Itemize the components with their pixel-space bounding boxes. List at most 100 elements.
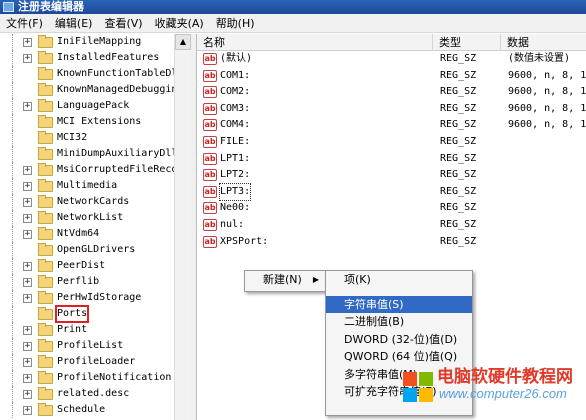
expand-plus-icon[interactable]: +: [23, 342, 32, 351]
folder-icon: [38, 355, 53, 368]
tree-item-multimedia[interactable]: + Multimedia: [0, 178, 174, 194]
column-header-type[interactable]: 类型: [433, 34, 501, 51]
expand-plus-icon[interactable]: +: [23, 182, 32, 191]
expand-plus-icon[interactable]: +: [23, 54, 32, 63]
value-type: REG_SZ: [440, 119, 477, 131]
tree-scrollbar[interactable]: ▲: [174, 34, 191, 420]
submenu-string-value[interactable]: 字符串值(S): [326, 295, 472, 313]
folder-icon: [38, 275, 53, 288]
values-rows: ab (默认) REG_SZ (数值未设置) ab COM1: REG_SZ 9600, n,…: [197, 51, 586, 250]
submenu-binary-value[interactable]: 二进制值(B): [326, 313, 472, 331]
value-row[interactable]: ab nul: REG_SZ: [197, 217, 586, 234]
menu-help[interactable]: 帮助(H): [210, 14, 261, 33]
submenu-dword-value[interactable]: DWORD (32-位)值(D): [326, 331, 472, 349]
tree-item-perflib[interactable]: + Perflib: [0, 274, 174, 290]
value-name: LPT3:: [218, 182, 252, 201]
value-type: REG_SZ: [440, 218, 477, 230]
expand-plus-icon[interactable]: +: [23, 166, 32, 175]
expand-plus-icon[interactable]: +: [23, 262, 32, 271]
tree-item-ports[interactable]: Ports: [0, 305, 174, 323]
tree-item-schedule[interactable]: + Schedule: [0, 402, 174, 418]
value-name: LPT1:: [220, 152, 251, 164]
tree-item-knownmanageddebuggin[interactable]: KnownManagedDebuggin: [0, 82, 174, 98]
context-menu-new[interactable]: 新建(N) ▶: [245, 271, 325, 289]
tree-item-label: Perflib: [57, 276, 100, 287]
value-row[interactable]: ab COM1: REG_SZ 9600, n, 8, 1: [197, 68, 586, 85]
folder-icon: [38, 227, 53, 240]
tree-item-profilenotification[interactable]: + ProfileNotification: [0, 370, 174, 386]
tree-item-networkcards[interactable]: + NetworkCards: [0, 194, 174, 210]
expand-plus-icon[interactable]: +: [23, 198, 32, 207]
tree-item-related-desc[interactable]: + related.desc: [0, 386, 174, 402]
value-row[interactable]: ab FILE: REG_SZ: [197, 134, 586, 151]
tree-guide-line: [12, 194, 13, 210]
tree-item-opengldrivers[interactable]: OpenGLDrivers: [0, 242, 174, 258]
tree-item-msicorruptedfilereco[interactable]: + MsiCorruptedFileReco: [0, 162, 174, 178]
string-value-icon: ab: [203, 169, 217, 182]
tree-guide-line: [12, 258, 13, 274]
tree-item-installedfeatures[interactable]: + InstalledFeatures: [0, 50, 174, 66]
tree-item-profileloader[interactable]: + ProfileLoader: [0, 354, 174, 370]
value-type: REG_SZ: [440, 202, 477, 214]
folder-icon: [38, 323, 53, 336]
expand-plus-icon[interactable]: +: [23, 278, 32, 287]
tree-item-networklist[interactable]: + NetworkList: [0, 210, 174, 226]
value-row[interactable]: ab XPSPort: REG_SZ: [197, 234, 586, 251]
value-row[interactable]: ab COM3: REG_SZ 9600, n, 8, 1: [197, 101, 586, 118]
submenu-key[interactable]: 项(K): [326, 271, 472, 289]
string-value-icon: ab: [203, 119, 217, 132]
value-row[interactable]: ab COM4: REG_SZ 9600, n, 8, 1: [197, 117, 586, 134]
expand-plus-icon[interactable]: +: [23, 294, 32, 303]
value-name: nul:: [220, 218, 245, 230]
value-name: COM1:: [220, 69, 251, 81]
tree-item-inifilemapping[interactable]: + IniFileMapping: [0, 34, 174, 50]
tree-item-minidumpauxiliarydll[interactable]: MiniDumpAuxiliaryDll: [0, 146, 174, 162]
tree-item-profilelist[interactable]: + ProfileList: [0, 338, 174, 354]
expand-plus-icon[interactable]: +: [23, 214, 32, 223]
value-row[interactable]: ab LPT3: REG_SZ: [197, 182, 586, 201]
string-value-icon: ab: [203, 53, 217, 65]
value-row[interactable]: ab LPT2: REG_SZ: [197, 167, 586, 184]
expand-plus-icon[interactable]: +: [23, 406, 32, 415]
folder-icon: [38, 307, 53, 320]
value-row[interactable]: ab (默认) REG_SZ (数值未设置): [197, 51, 586, 68]
menu-view[interactable]: 查看(V): [98, 14, 148, 33]
tree-guide-line: [12, 82, 13, 98]
tree-item-perhwidstorage[interactable]: + PerHwIdStorage: [0, 290, 174, 306]
expand-plus-icon[interactable]: +: [23, 326, 32, 335]
tree-item-ntvdm64[interactable]: + NtVdm64: [0, 226, 174, 242]
expand-plus-icon[interactable]: +: [23, 374, 32, 383]
value-row[interactable]: ab LPT1: REG_SZ: [197, 151, 586, 168]
expand-plus-icon[interactable]: +: [23, 38, 32, 47]
expand-plus-icon[interactable]: +: [23, 390, 32, 399]
tree-item-label: MsiCorruptedFileReco: [57, 164, 174, 175]
tree-item-peerdist[interactable]: + PeerDist: [0, 258, 174, 274]
tree-item-mci32[interactable]: MCI32: [0, 130, 174, 146]
column-header-data[interactable]: 数据: [501, 34, 586, 51]
tree-item-print[interactable]: + Print: [0, 322, 174, 338]
folder-icon: [38, 67, 53, 80]
menu-edit[interactable]: 编辑(E): [49, 14, 99, 33]
expand-plus-icon[interactable]: +: [23, 358, 32, 367]
registry-tree[interactable]: + IniFileMapping + InstalledFeatures KnownFu…: [0, 34, 174, 420]
folder-icon: [38, 243, 53, 256]
folder-icon: [38, 387, 53, 400]
tree-item-knownfunctiontabledl[interactable]: KnownFunctionTableDl: [0, 66, 174, 82]
value-type: REG_SZ: [440, 69, 477, 81]
column-header-name[interactable]: 名称: [197, 34, 433, 51]
tree-item-mci-extensions[interactable]: MCI Extensions: [0, 114, 174, 130]
menu-file[interactable]: 文件(F): [0, 14, 49, 33]
value-name: (默认): [220, 53, 253, 64]
value-row[interactable]: ab COM2: REG_SZ 9600, n, 8, 1: [197, 84, 586, 101]
folder-icon: [38, 83, 53, 96]
expand-plus-icon[interactable]: +: [23, 230, 32, 239]
scroll-up-arrow-icon[interactable]: ▲: [175, 34, 191, 50]
expand-plus-icon[interactable]: +: [23, 102, 32, 111]
menu-favorites[interactable]: 收藏夹(A): [149, 14, 210, 33]
tree-item-languagepack[interactable]: + LanguagePack: [0, 98, 174, 114]
tree-guide-line: [12, 114, 13, 130]
value-row[interactable]: ab Ne00: REG_SZ: [197, 200, 586, 217]
tree-guide-line: [12, 178, 13, 194]
tree-item-label: PeerDist: [57, 260, 106, 271]
value-type: REG_SZ: [440, 135, 477, 147]
